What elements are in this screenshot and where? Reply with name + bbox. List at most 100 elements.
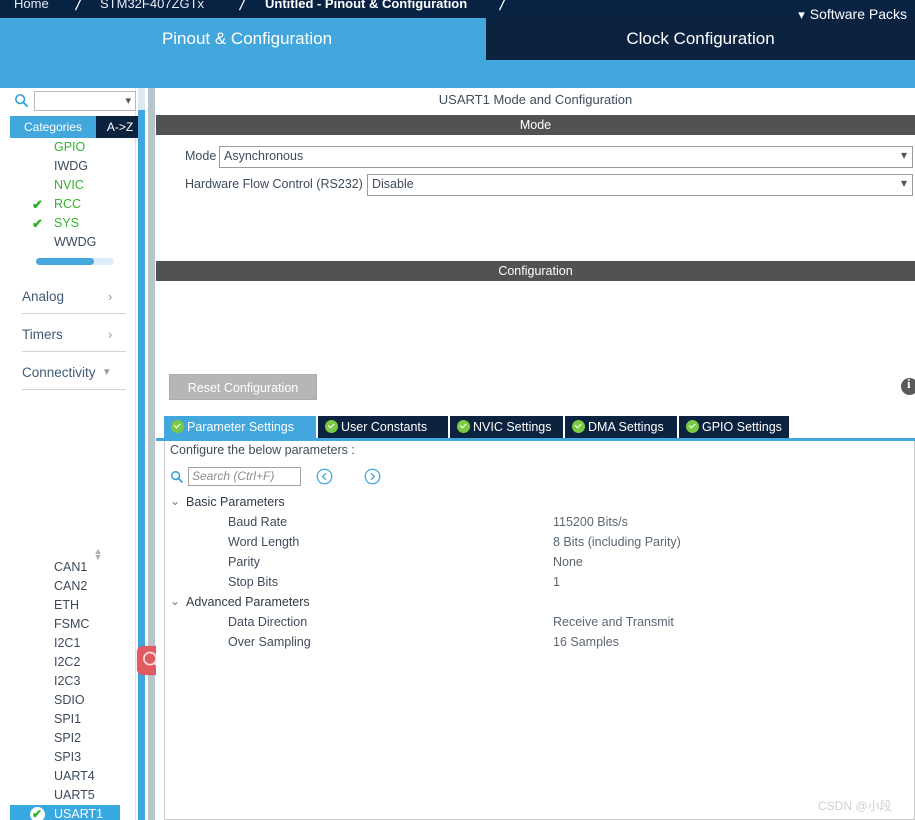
tab-user-constants[interactable]: User Constants	[318, 416, 448, 438]
main-tab-pinout-configuration[interactable]: Pinout & Configuration	[8, 18, 486, 60]
chevron-left-circle-icon[interactable]	[316, 468, 333, 485]
reset-configuration-button[interactable]: Reset Configuration	[169, 374, 317, 400]
sidebar-item-i2c2-5[interactable]: I2C2	[10, 653, 136, 672]
breadcrumb-item-1[interactable]: STM32F407ZGTx	[100, 0, 204, 11]
hardware-flow-control-value: Disable	[372, 177, 414, 191]
parameter-group-row[interactable]: ⌄ Advanced Parameters	[165, 593, 915, 613]
parameter-value[interactable]: Receive and Transmit	[553, 615, 674, 629]
sidebar-item-can1-0[interactable]: CAN1	[10, 558, 136, 577]
info-icon[interactable]: i	[901, 376, 915, 395]
parameter-value[interactable]: 8 Bits (including Parity)	[553, 535, 681, 549]
sidebar-item-sys-4[interactable]: ✔ SYS	[10, 214, 136, 233]
sidebar-item-uart5-12[interactable]: UART5	[10, 786, 136, 805]
mode-select-value: Asynchronous	[224, 149, 304, 163]
sidebar-item-can2-1[interactable]: CAN2	[10, 577, 136, 596]
hardware-flow-control-row: Hardware Flow Control (RS232) Disable ▾	[156, 174, 915, 198]
breadcrumb-item-2[interactable]: Untitled - Pinout & Configuration	[265, 0, 467, 11]
sidebar-vertical-scrollbar[interactable]	[138, 88, 145, 820]
parameter-row[interactable]: Baud Rate 115200 Bits/s	[165, 513, 915, 533]
parameter-row[interactable]: Stop Bits 1	[165, 573, 915, 593]
sidebar-item-i2c1-4[interactable]: I2C1	[10, 634, 136, 653]
sidebar-item-label: SPI1	[54, 712, 82, 726]
sidebar-item-wwdg-5[interactable]: WWDG	[10, 233, 136, 252]
chevron-right-icon: ›	[108, 289, 113, 304]
parameter-settings-panel: Configure the below parameters : Search …	[164, 441, 915, 820]
connectivity-peripheral-group: CAN1 CAN2 ETH FSMC I2C1 I2C2 I2C3 SDIO SPI1 SPI2 S…	[10, 558, 136, 820]
hardware-flow-control-select[interactable]: Disable ▾	[367, 174, 913, 196]
peripheral-search-input[interactable]: ▾	[34, 91, 136, 111]
check-circle-icon: ✔	[30, 807, 45, 820]
parameter-value[interactable]: 16 Samples	[553, 635, 619, 649]
system-list-scrollbar[interactable]	[36, 258, 114, 265]
sidebar-item-gpio-0[interactable]: GPIO	[10, 138, 136, 157]
sidebar-item-usart1-13[interactable]: ✔ USART1	[10, 805, 120, 820]
parameter-value[interactable]: None	[553, 555, 583, 569]
mode-field-label: Mode	[185, 149, 217, 163]
sidebar-group-timers[interactable]: Timers ›	[22, 326, 126, 352]
sidebar-item-sdio-7[interactable]: SDIO	[10, 691, 136, 710]
parameter-search-placeholder: Search (Ctrl+F)	[192, 469, 275, 483]
mode-select[interactable]: Asynchronous ▾	[219, 146, 913, 168]
main-tab-bar: Pinout & Configuration Clock Configuratio…	[0, 18, 915, 60]
sidebar-item-label: SPI2	[54, 731, 82, 745]
sidebar-group-connectivity[interactable]: Connectivity ▾	[22, 364, 126, 390]
parameter-row[interactable]: Parity None	[165, 553, 915, 573]
sidebar-item-rcc-3[interactable]: ✔ RCC	[10, 195, 136, 214]
sidebar-item-iwdg-1[interactable]: IWDG	[10, 157, 136, 176]
tab-dma-settings[interactable]: DMA Settings	[565, 416, 677, 438]
panel-divider-scrollbar[interactable]	[148, 88, 155, 820]
sidebar-item-eth-2[interactable]: ETH	[10, 596, 136, 615]
chevron-down-icon[interactable]: ⌄	[170, 494, 180, 508]
tab-a-to-z[interactable]: A->Z	[96, 116, 144, 138]
sidebar-item-i2c3-6[interactable]: I2C3	[10, 672, 136, 691]
parameter-value[interactable]: 1	[553, 575, 560, 589]
sidebar-item-nvic-2[interactable]: NVIC	[10, 176, 136, 195]
chevron-right-circle-icon[interactable]	[364, 468, 381, 485]
configuration-pane: USART1 Mode and Configuration Mode Mode …	[156, 88, 915, 820]
parameter-row[interactable]: Data Direction Receive and Transmit	[165, 613, 915, 633]
sidebar-item-label: SDIO	[54, 693, 85, 707]
chevron-down-icon: ▾	[125, 95, 131, 107]
check-circle-icon	[686, 420, 699, 433]
sidebar-item-label: RCC	[54, 197, 82, 211]
tab-nvic-settings[interactable]: NVIC Settings	[450, 416, 563, 438]
mode-section-header: Mode	[156, 115, 915, 135]
tab-categories[interactable]: Categories	[10, 116, 96, 138]
tab-label: DMA Settings	[588, 420, 664, 434]
sidebar-item-spi2-9[interactable]: SPI2	[10, 729, 136, 748]
sidebar-item-label: CAN1	[54, 560, 88, 574]
sidebar-item-spi3-10[interactable]: SPI3	[10, 748, 136, 767]
breadcrumb-item-0[interactable]: Home	[14, 0, 49, 11]
peripheral-search[interactable]: ▾	[14, 91, 136, 111]
tab-parameter-settings[interactable]: Parameter Settings	[164, 416, 316, 438]
search-icon	[15, 94, 29, 108]
peripheral-sidebar: ▾ Categories A->Z GPIO IWDG NVIC ✔ RCC ✔ SYS WW…	[0, 88, 144, 820]
parameter-search-input[interactable]: Search (Ctrl+F)	[188, 467, 301, 486]
parameter-value[interactable]: 115200 Bits/s	[553, 515, 628, 529]
sidebar-item-label: I2C1	[54, 636, 81, 650]
check-icon: ✔	[32, 197, 43, 212]
check-circle-icon	[325, 420, 338, 433]
chevron-down-icon: ▾	[900, 148, 907, 162]
sidebar-group-analog[interactable]: Analog ›	[22, 288, 126, 314]
software-packs-bar	[0, 60, 915, 88]
page-title: USART1 Mode and Configuration	[438, 92, 633, 107]
check-circle-icon	[457, 420, 470, 433]
parameter-row[interactable]: Word Length 8 Bits (including Parity)	[165, 533, 915, 553]
sidebar-item-label: I2C2	[54, 655, 81, 669]
sidebar-item-label: I2C3	[54, 674, 81, 688]
parameter-name: Baud Rate	[228, 515, 288, 529]
parameter-group-row[interactable]: ⌄ Basic Parameters	[165, 493, 915, 513]
chevron-down-icon[interactable]: ⌄	[170, 594, 180, 608]
sidebar-item-spi1-8[interactable]: SPI1	[10, 710, 136, 729]
software-packs-label: Software Packs	[809, 6, 907, 22]
check-circle-icon	[171, 420, 184, 433]
sidebar-item-uart4-11[interactable]: UART4	[10, 767, 136, 786]
sidebar-item-label: UART4	[54, 769, 95, 783]
software-packs-button[interactable]: ▾ Software Packs	[798, 3, 907, 25]
sidebar-item-fsmc-3[interactable]: FSMC	[10, 615, 136, 634]
sidebar-item-label: UART5	[54, 788, 95, 802]
parameter-row[interactable]: Over Sampling 16 Samples	[165, 633, 915, 653]
sidebar-group-analog-label: Analog	[22, 289, 65, 304]
tab-gpio-settings[interactable]: GPIO Settings	[679, 416, 789, 438]
